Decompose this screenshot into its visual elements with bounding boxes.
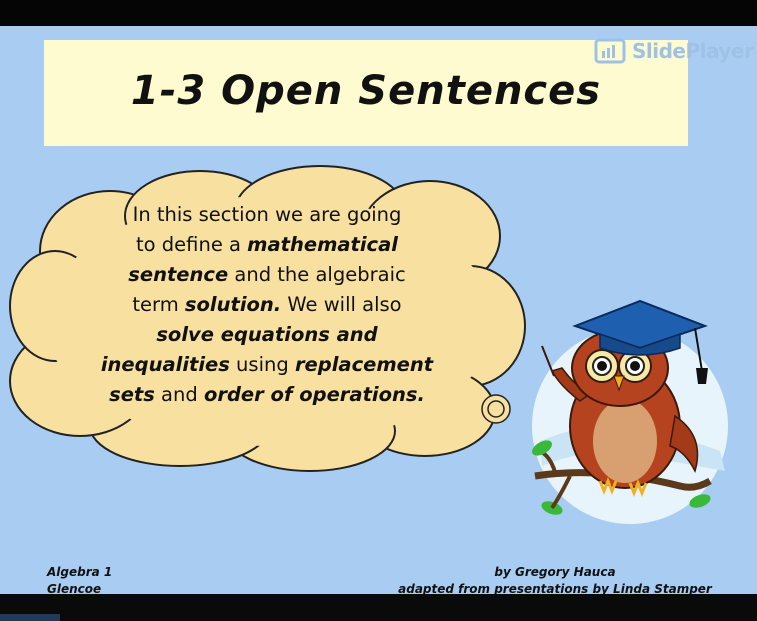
cloud-body-text: In this section we are going to define a … <box>72 200 462 410</box>
cloud-text-line: term solution. We will also <box>72 290 462 320</box>
text-run: We will also <box>281 293 402 316</box>
footer-publisher: Glencoe <box>47 582 102 594</box>
text-run: to define a <box>136 233 248 256</box>
owl-graduate-icon <box>532 299 728 524</box>
footer-adapted: adapted from presentations by Linda Stam… <box>398 582 712 594</box>
footer-left: Algebra 1 Glencoe <box>47 564 112 594</box>
emphasis-term: inequalities <box>100 353 230 376</box>
watermark-text: SlidePlayer <box>632 39 754 63</box>
text-run: using <box>229 353 295 376</box>
slideplayer-watermark: SlidePlayer <box>594 36 754 68</box>
cloud-text-line: sentence and the algebraic <box>72 260 462 290</box>
text-run: In this section we are going <box>132 203 402 226</box>
cloud-text-line: solve equations and <box>72 320 462 350</box>
emphasis-term: solve equations and <box>156 323 378 346</box>
emphasis-term: solution. <box>184 293 282 316</box>
slideplayer-logo-icon <box>594 38 626 64</box>
emphasis-term: order of operations. <box>203 383 425 406</box>
emphasis-term: sets <box>109 383 155 406</box>
emphasis-term: mathematical <box>247 233 398 256</box>
cloud-text-line: to define a mathematical <box>72 230 462 260</box>
slide-title: 1-3 Open Sentences <box>130 68 602 114</box>
bottom-progress-accent <box>0 614 60 621</box>
emphasis-term: sentence <box>128 263 229 286</box>
footer-author: by Gregory Hauca <box>494 565 616 579</box>
cloud-text-line: In this section we are going <box>72 200 462 230</box>
emphasis-term: replacement <box>294 353 434 376</box>
title-box: 1-3 Open Sentences <box>44 40 688 146</box>
text-run: and <box>154 383 204 406</box>
footer-course: Algebra 1 <box>47 565 113 579</box>
cloud-text-line: sets and order of operations. <box>72 380 462 410</box>
footer-right: by Gregory Hauca adapted from presentati… <box>360 564 750 594</box>
text-run: term <box>132 293 185 316</box>
text-run: and the algebraic <box>228 263 406 286</box>
top-black-bar <box>0 0 757 26</box>
cloud-text-line: inequalities using replacement <box>72 350 462 380</box>
slide-canvas: 1-3 Open Sentences SlidePlayer In this s… <box>0 26 757 594</box>
bottom-black-bar <box>0 594 757 621</box>
